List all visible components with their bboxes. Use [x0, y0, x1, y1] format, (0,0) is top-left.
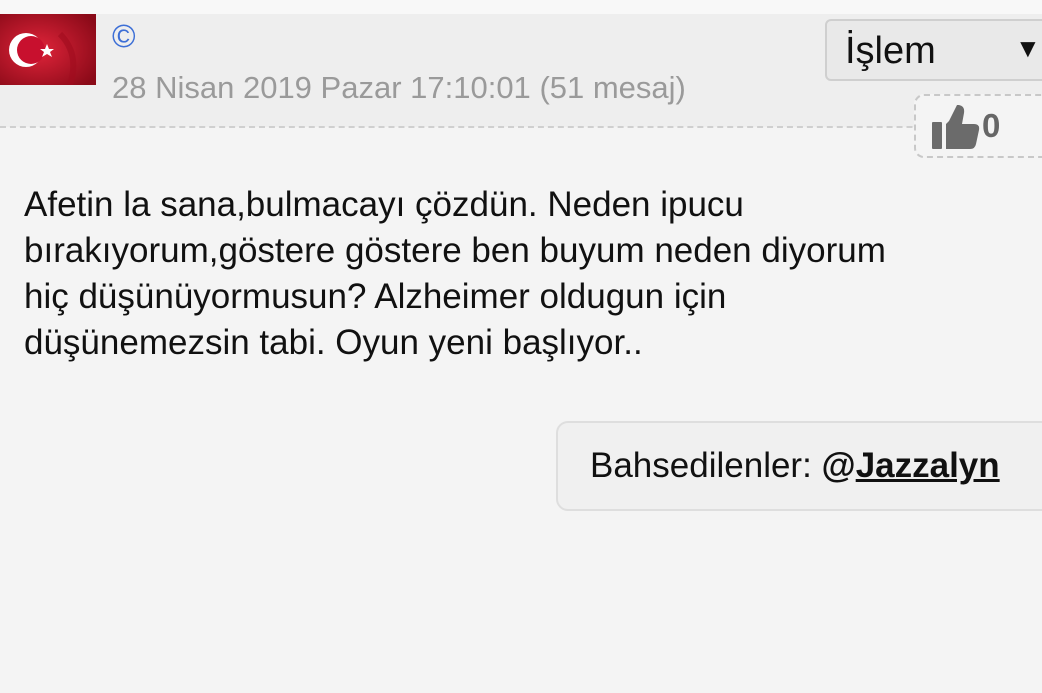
- post-body-line: hiç düşünüyormusun? Alzheimer oldugun iç…: [24, 277, 727, 316]
- mention-at: @: [821, 446, 856, 485]
- author-name-icon[interactable]: ©: [112, 18, 136, 54]
- top-strip: [0, 0, 1042, 14]
- mention-handle: Jazzalyn: [855, 446, 1000, 485]
- post-body-line: bırakıyorum,göstere göstere ben buyum ne…: [24, 231, 886, 270]
- like-button[interactable]: 0: [914, 94, 1042, 158]
- mention-link[interactable]: @Jazzalyn: [822, 446, 1000, 485]
- post-body-line: düşünemezsin tabi. Oyun yeni başlıyor..: [24, 323, 643, 362]
- mentions-box: Bahsedilenler: @Jazzalyn: [556, 421, 1042, 511]
- thumbs-up-icon: [932, 105, 980, 149]
- post-body: Afetin la sana,bulmacayı çözdün. Neden i…: [24, 182, 1014, 366]
- post-date: 28 Nisan 2019 Pazar 17:10:01: [112, 70, 531, 105]
- post-meta: 28 Nisan 2019 Pazar 17:10:01 (51 mesaj): [112, 68, 686, 108]
- post-body-line: Afetin la sana,bulmacayı çözdün. Neden i…: [24, 185, 744, 224]
- message-count: (51 mesaj): [539, 70, 686, 105]
- mentions-row: Bahsedilenler: @Jazzalyn: [590, 445, 1000, 487]
- like-count: 0: [982, 107, 1001, 144]
- mentions-label: Bahsedilenler:: [590, 446, 812, 485]
- triangle-down-icon: ▼: [1015, 33, 1041, 63]
- avatar[interactable]: [0, 14, 96, 85]
- header-divider: [0, 126, 1042, 128]
- action-dropdown[interactable]: İşlem ▼: [825, 19, 1042, 81]
- turkish-flag-avatar-icon: [0, 14, 96, 85]
- action-dropdown-label: İşlem: [845, 30, 936, 72]
